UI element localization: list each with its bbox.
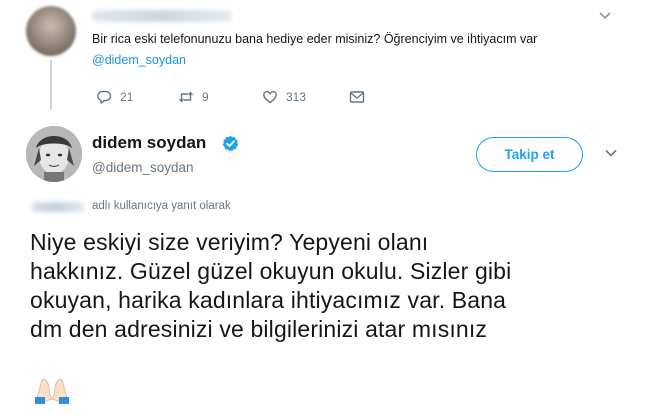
blurred-username (92, 10, 232, 22)
tweet-text-line: Niye eskiyi size veriyim? Yepyeni olanı (30, 229, 429, 255)
praying-hands-icon (35, 378, 69, 404)
chevron-down-icon[interactable] (604, 146, 618, 160)
replied-tweet-text: Bir rica eski telefonunuzu bana hediye e… (92, 32, 538, 46)
tweet-text-line: okuyan, harika kadınlara ihtiyacımız var… (30, 287, 507, 313)
retweet-button[interactable]: 9 (178, 87, 209, 107)
avatar[interactable] (26, 126, 82, 182)
user-handle[interactable]: @didem_soydan (92, 160, 194, 175)
envelope-icon (349, 91, 365, 103)
blurred-reply-username (32, 202, 84, 212)
display-name[interactable]: didem soydan (92, 133, 206, 153)
verified-badge-icon (222, 135, 239, 152)
tweet-text-line: hakkınız. Güzel güzel okuyun okulu. Sizl… (30, 258, 512, 284)
mention-link[interactable]: @didem_soydan (92, 53, 186, 67)
blurred-avatar[interactable] (26, 6, 76, 56)
reply-button[interactable]: 21 (96, 87, 133, 107)
reply-icon (97, 90, 112, 104)
like-count: 313 (286, 90, 307, 104)
like-button[interactable]: 313 (262, 87, 306, 107)
direct-message-button[interactable] (349, 87, 373, 107)
tweet-text: Niye eskiyi size veriyim? Yepyeni olanı … (30, 228, 630, 344)
replied-tweet: Bir rica eski telefonunuzu bana hediye e… (0, 0, 651, 118)
tweet-text-line: dm den adresinizi ve bilgilerinizi atar … (30, 316, 488, 342)
retweet-icon (178, 91, 194, 103)
reply-count: 21 (120, 90, 134, 104)
heart-icon (263, 90, 277, 104)
thread-line (50, 60, 52, 110)
retweet-count: 9 (202, 90, 209, 104)
reply-context: adlı kullanıcıya yanıt olarak (92, 200, 231, 212)
follow-button[interactable]: Takip et (476, 137, 583, 172)
chevron-down-icon[interactable] (598, 8, 616, 24)
